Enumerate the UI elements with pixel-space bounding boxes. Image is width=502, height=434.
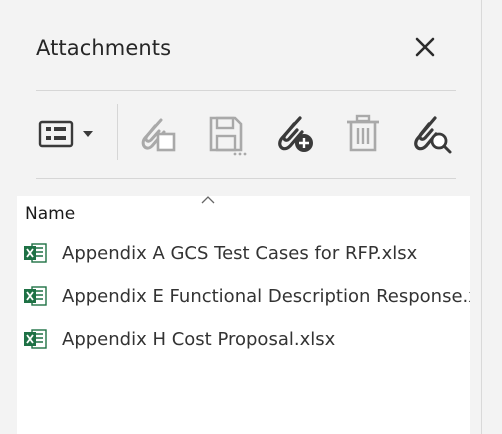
excel-file-icon <box>24 243 47 263</box>
search-attachment-icon <box>414 116 452 154</box>
list-item[interactable]: Appendix E Functional Description Respon… <box>17 279 470 313</box>
pane-splitter[interactable] <box>481 0 482 434</box>
attachments-panel: Attachments Name Appendix A GCS Test Cas… <box>0 0 470 434</box>
delete-attachment-button[interactable] <box>334 108 392 160</box>
close-button[interactable] <box>408 30 442 64</box>
excel-file-icon <box>24 329 47 349</box>
name-column-header[interactable]: Name <box>17 196 470 232</box>
panel-title: Attachments <box>36 36 172 60</box>
add-attachment-icon <box>278 116 313 152</box>
sort-ascending-icon <box>201 196 215 204</box>
save-attachment-icon <box>209 116 247 156</box>
options-menu-icon <box>38 120 93 148</box>
header-divider <box>36 90 456 91</box>
options-menu-button[interactable] <box>34 108 104 160</box>
attachments-list: Name Appendix A GCS Test Cases for RFP.x… <box>17 196 470 434</box>
file-name: Appendix A GCS Test Cases for RFP.xlsx <box>62 242 418 264</box>
list-item[interactable]: Appendix A GCS Test Cases for RFP.xlsx <box>17 236 470 270</box>
column-header-label: Name <box>25 204 76 224</box>
file-name: Appendix H Cost Proposal.xlsx <box>62 328 336 350</box>
open-attachment-button[interactable] <box>128 108 186 160</box>
toolbar-divider <box>36 178 456 179</box>
list-item[interactable]: Appendix H Cost Proposal.xlsx <box>17 322 470 356</box>
excel-file-icon <box>24 286 47 306</box>
add-attachment-button[interactable] <box>265 108 323 160</box>
toolbar-separator <box>117 104 118 160</box>
open-attachment-icon <box>141 118 176 152</box>
document-pane-edge <box>470 0 502 434</box>
file-name: Appendix E Functional Description Respon… <box>62 285 470 307</box>
save-attachment-button[interactable] <box>198 108 256 160</box>
search-attachment-button[interactable] <box>402 108 460 160</box>
close-icon <box>415 37 435 57</box>
delete-attachment-icon <box>347 114 379 152</box>
